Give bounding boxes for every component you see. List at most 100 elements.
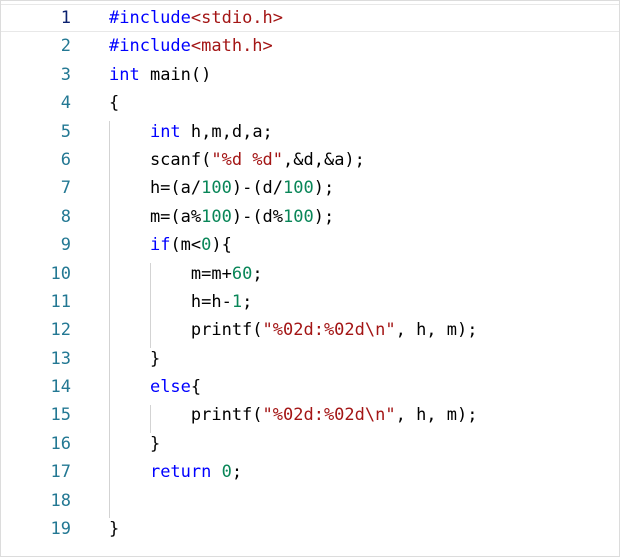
code-token: "%02d:%02d\n" — [262, 320, 396, 341]
code-token: int — [149, 121, 181, 142]
code-token: ); — [313, 206, 335, 227]
code-token: ); — [313, 178, 335, 199]
code-token: main() — [139, 64, 212, 85]
line-number: 12 — [50, 320, 71, 341]
code-token: 100 — [283, 206, 314, 227]
code-text[interactable]: else{ — [109, 373, 201, 401]
code-text[interactable]: } — [109, 515, 119, 543]
code-line[interactable]: 16 } — [1, 430, 619, 458]
code-text[interactable]: printf("%02d:%02d\n", h, m); — [109, 316, 478, 344]
code-line[interactable]: 17 return 0; — [1, 458, 619, 486]
code-text[interactable]: int h,m,d,a; — [109, 118, 273, 146]
line-number: 18 — [50, 490, 71, 511]
code-text[interactable]: printf("%02d:%02d\n", h, m); — [109, 401, 478, 429]
line-number: 14 — [50, 377, 71, 398]
code-token: 60 — [231, 263, 253, 284]
code-token: , h, m); — [395, 320, 478, 341]
code-text[interactable]: { — [109, 89, 119, 117]
code-token: m=(a% — [109, 206, 202, 227]
line-number: 2 — [60, 36, 71, 57]
code-line[interactable]: 14 else{ — [1, 373, 619, 401]
code-token: 0 — [221, 462, 232, 483]
code-token: 1 — [231, 291, 243, 312]
code-token: else — [149, 377, 191, 398]
code-text[interactable]: m=(a%100)-(d%100); — [109, 203, 334, 231]
code-token: scanf( — [109, 149, 212, 170]
line-number: 11 — [50, 291, 71, 312]
code-token: <stdio.h> — [190, 8, 284, 28]
code-token: } — [109, 348, 161, 369]
code-line[interactable]: 8 m=(a%100)-(d%100); — [1, 203, 619, 231]
code-line[interactable]: 11 h=h-1; — [1, 288, 619, 316]
code-text[interactable]: m=m+60; — [109, 260, 263, 288]
code-token: #include — [109, 36, 191, 57]
code-token: return — [149, 462, 212, 483]
code-text[interactable]: return 0; — [109, 458, 242, 486]
code-text[interactable]: scanf("%d %d",&d,&a); — [109, 146, 365, 174]
line-number: 15 — [50, 405, 71, 426]
code-text[interactable]: } — [109, 430, 160, 458]
code-lines[interactable]: 1 #include<stdio.h> 2 #include<math.h> 3 int … — [1, 4, 619, 543]
line-number: 16 — [50, 433, 71, 454]
code-token: )-(d% — [231, 206, 284, 227]
code-text[interactable]: int main() — [109, 61, 211, 89]
code-line[interactable]: 13 } — [1, 345, 619, 373]
code-token: "%02d:%02d\n" — [262, 405, 396, 426]
code-token: { — [190, 377, 202, 398]
line-number: 17 — [50, 462, 71, 483]
code-editor[interactable]: 1 #include<stdio.h> 2 #include<math.h> 3 int … — [0, 0, 620, 557]
code-text[interactable]: #include<math.h> — [109, 32, 273, 60]
code-line[interactable]: 15 printf("%02d:%02d\n", h, m); — [1, 401, 619, 429]
line-number: 8 — [60, 206, 71, 227]
line-number: 5 — [60, 121, 71, 142]
code-text[interactable]: } — [109, 345, 160, 373]
code-token: "%d %d" — [211, 149, 284, 170]
code-line[interactable]: 7 h=(a/100)-(d/100); — [1, 174, 619, 202]
code-token: ; — [252, 263, 263, 284]
line-number: 6 — [60, 149, 71, 170]
code-token: m=m+ — [109, 263, 232, 284]
code-line[interactable]: 2 #include<math.h> — [1, 32, 619, 60]
code-token: 100 — [283, 178, 314, 199]
line-number: 9 — [60, 235, 71, 256]
code-token: ){ — [211, 235, 232, 256]
indent-guide — [109, 120, 110, 519]
code-line[interactable]: 6 scanf("%d %d",&d,&a); — [1, 146, 619, 174]
code-line[interactable]: 1 #include<stdio.h> — [1, 4, 619, 33]
code-line[interactable]: 18 — [1, 487, 619, 515]
code-token: { — [109, 93, 120, 114]
code-token: 100 — [201, 206, 232, 227]
code-token: printf( — [109, 405, 263, 426]
line-number: 3 — [60, 64, 71, 85]
code-line[interactable]: 12 printf("%02d:%02d\n", h, m); — [1, 316, 619, 344]
code-token: ; — [231, 462, 243, 483]
code-token: <math.h> — [190, 36, 273, 57]
code-text[interactable]: #include<stdio.h> — [109, 4, 283, 32]
code-token: , h, m); — [395, 405, 478, 426]
code-token: )-(d/ — [231, 178, 284, 199]
code-token: h=h- — [109, 291, 232, 312]
code-line[interactable]: 10 m=m+60; — [1, 260, 619, 288]
line-number: 19 — [50, 519, 71, 540]
code-token: h=(a/ — [109, 178, 202, 199]
code-token: } — [109, 433, 161, 454]
code-line[interactable]: 3 int main() — [1, 61, 619, 89]
line-number: 4 — [60, 93, 71, 114]
code-line[interactable]: 19} — [1, 515, 619, 543]
code-text[interactable]: if(m<0){ — [109, 231, 232, 259]
code-text[interactable]: h=(a/100)-(d/100); — [109, 174, 334, 202]
code-token: (m< — [170, 235, 202, 256]
code-token: #include — [109, 8, 191, 28]
code-line[interactable]: 9 if(m<0){ — [1, 231, 619, 259]
code-text[interactable]: h=h-1; — [109, 288, 252, 316]
code-token: h,m,d,a; — [180, 121, 273, 142]
code-line[interactable]: 5 int h,m,d,a; — [1, 118, 619, 146]
code-token: int — [109, 64, 140, 85]
line-number: 13 — [50, 348, 71, 369]
code-line[interactable]: 4{ — [1, 89, 619, 117]
line-number: 7 — [60, 178, 71, 199]
